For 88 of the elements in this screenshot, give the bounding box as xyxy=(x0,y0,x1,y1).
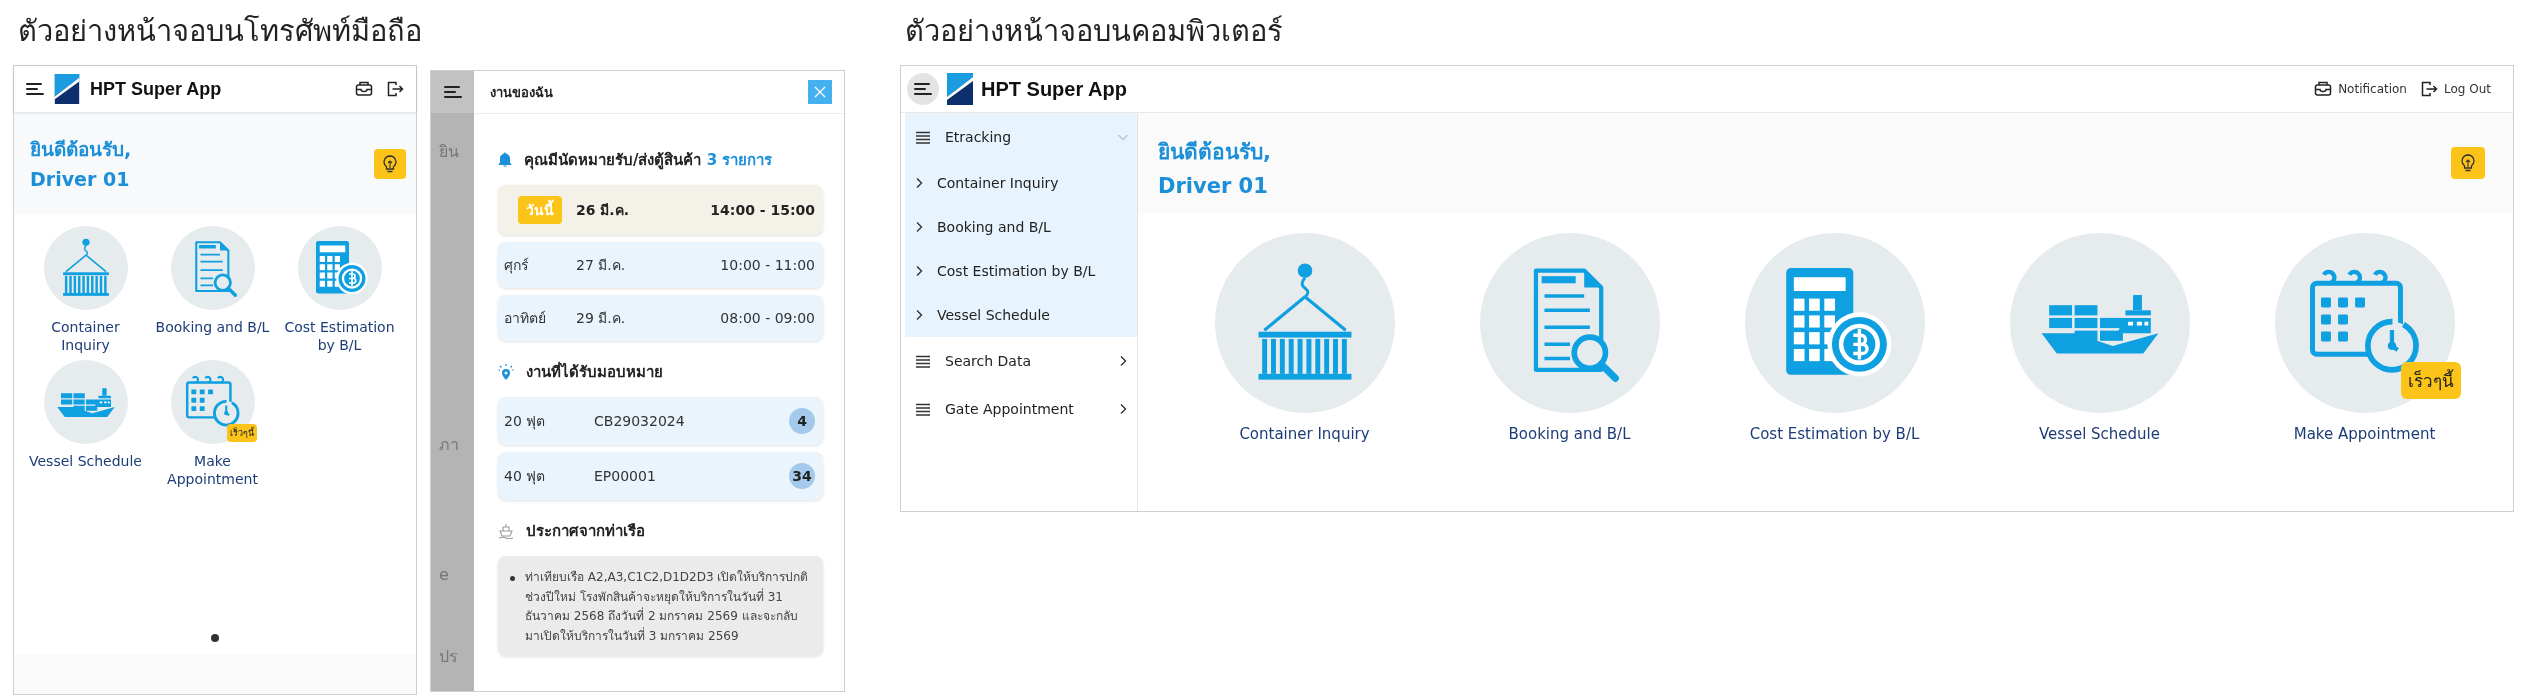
logo-icon xyxy=(947,73,973,105)
ship-icon xyxy=(498,523,514,539)
faded-text: e xyxy=(438,565,450,584)
booking-number: EP00001 xyxy=(594,468,657,484)
count-badge: 34 xyxy=(789,463,815,489)
section-title: ตัวอย่างหน้าจอบนโทรศัพท์มือถือ xyxy=(18,13,422,50)
logout-icon[interactable] xyxy=(387,81,404,97)
faded-text: ปร xyxy=(438,646,459,668)
coming-soon-tag: เร็วๆนี้ xyxy=(2400,362,2461,399)
logout-icon[interactable] xyxy=(2421,81,2438,97)
weekday-text: อาทิตย์ xyxy=(504,309,547,328)
section-heading: งานที่ได้รับมอบหมาย xyxy=(526,360,663,383)
size-text: 40 ฟุต xyxy=(504,467,547,487)
menu-button[interactable] xyxy=(907,73,939,105)
menu-tile[interactable]: Cost Estimation by B/L xyxy=(1702,233,1967,443)
list-icon xyxy=(915,402,931,416)
time-range: 14:00 - 15:00 xyxy=(710,202,815,218)
chevron-right-icon xyxy=(915,265,923,277)
menu-tile[interactable]: Cost Estimation by B/L xyxy=(276,226,403,354)
page-dot[interactable] xyxy=(211,634,219,642)
logo-icon xyxy=(54,74,80,104)
logout-link[interactable]: Log Out xyxy=(2421,81,2491,97)
section-heading: ประกาศจากท่าเรือ xyxy=(526,521,645,542)
date-text: 27 มี.ค. xyxy=(576,256,627,275)
menu-tile[interactable]: Container Inquiry xyxy=(1172,233,1437,443)
list-icon xyxy=(915,130,931,144)
section-title: ตัวอย่างหน้าจอบนคอมพิวเตอร์ xyxy=(905,13,1283,50)
sidebar-item[interactable]: Etracking xyxy=(905,113,1137,161)
notification-icon[interactable] xyxy=(2314,81,2333,97)
menu-tile[interactable]: Container Inquiry xyxy=(22,226,149,354)
booking-number: CB29032024 xyxy=(594,413,686,429)
tips-button[interactable] xyxy=(2451,147,2485,179)
panel-title: งานของฉัน xyxy=(490,83,553,102)
menu-tile[interactable]: Vessel Schedule xyxy=(1967,233,2232,443)
menu-tile[interactable]: เร็วๆนี้ Make Appointment xyxy=(149,360,276,488)
menu-tile[interactable]: Booking and B/L xyxy=(149,226,276,354)
date-text: 26 มี.ค. xyxy=(576,201,630,220)
menu-icon[interactable] xyxy=(443,85,462,99)
assignment-row[interactable]: 40 ฟุต EP00001 34 xyxy=(498,452,823,500)
menu-tile[interactable]: เร็วๆนี้ Make Appointment xyxy=(2232,233,2497,443)
lightbulb-icon xyxy=(2461,154,2475,172)
chevron-right-icon xyxy=(915,309,923,321)
chevron-right-icon xyxy=(1119,355,1127,367)
bullet-icon xyxy=(510,576,515,581)
menu-icon[interactable] xyxy=(26,82,44,96)
sidebar-subitem[interactable]: Container Inquiry xyxy=(905,161,1137,205)
size-text: 20 ฟุต xyxy=(504,412,547,432)
notification-link[interactable]: Notification xyxy=(2314,81,2407,97)
time-range: 10:00 - 11:00 xyxy=(720,257,815,273)
date-text: 29 มี.ค. xyxy=(576,309,627,328)
section-heading: คุณมีนัดหมายรับ/ส่งตู้สินค้า 3 รายการ xyxy=(524,150,773,172)
today-tag: วันนี้ xyxy=(518,196,562,224)
coming-soon-tag: เร็วๆนี้ xyxy=(226,424,257,442)
weekday-text: ศุกร์ xyxy=(504,256,530,276)
user-name: Driver 01 xyxy=(30,167,130,192)
faded-text: ยิน xyxy=(438,141,460,163)
tips-button[interactable] xyxy=(374,149,406,179)
chevron-right-icon xyxy=(915,221,923,233)
user-name: Driver 01 xyxy=(1158,173,1268,200)
sidebar-item[interactable]: Gate Appointment xyxy=(905,385,1137,433)
menu-tile[interactable]: Booking and B/L xyxy=(1437,233,1702,443)
faded-text: ภา xyxy=(438,434,460,456)
location-pin-icon xyxy=(498,363,514,381)
app-title: HPT Super App xyxy=(90,78,222,100)
welcome-text: ยินดีต้อนรับ, xyxy=(1158,139,1271,166)
sidebar-subitem[interactable]: Cost Estimation by B/L xyxy=(905,249,1137,293)
time-range: 08:00 - 09:00 xyxy=(720,310,815,326)
chevron-down-icon xyxy=(1117,133,1129,141)
appointment-row[interactable]: อาทิตย์ 29 มี.ค. 08:00 - 09:00 xyxy=(498,295,823,341)
chevron-right-icon xyxy=(915,177,923,189)
appointment-row[interactable]: ศุกร์ 27 มี.ค. 10:00 - 11:00 xyxy=(498,242,823,288)
appointment-row[interactable]: วันนี้ 26 มี.ค. 14:00 - 15:00 xyxy=(498,185,823,235)
menu-tile[interactable]: Vessel Schedule xyxy=(22,360,149,488)
announcement-text: ท่าเทียบเรือ A2,A3,C1C2,D1D2D3 เปิดให้บริการปกติช่วงปีใหม่ โรงพักสินค้าจะหยุดให้บริการในวันที่ 31 ธันวาคม 2568 ถึงวันที่ 2 มกราคม 2569 และจะกลับมาเปิดให้บริการในวันที่ 3 มกราคม 2569 xyxy=(525,569,810,645)
sidebar-subitem[interactable]: Booking and B/L xyxy=(905,205,1137,249)
chevron-right-icon xyxy=(1119,403,1127,415)
assignment-row[interactable]: 20 ฟุต CB29032024 4 xyxy=(498,397,823,445)
app-title: HPT Super App xyxy=(981,77,1127,101)
welcome-text: ยินดีต้อนรับ, xyxy=(30,137,132,162)
sidebar-item[interactable]: Search Data xyxy=(905,337,1137,385)
count-badge: 4 xyxy=(789,408,815,434)
menu-icon[interactable] xyxy=(914,82,932,96)
list-icon xyxy=(915,354,931,368)
bell-icon xyxy=(498,152,512,168)
lightbulb-icon xyxy=(383,155,397,173)
notification-icon[interactable] xyxy=(355,81,373,97)
close-icon xyxy=(814,86,826,98)
sidebar-subitem[interactable]: Vessel Schedule xyxy=(905,293,1137,337)
